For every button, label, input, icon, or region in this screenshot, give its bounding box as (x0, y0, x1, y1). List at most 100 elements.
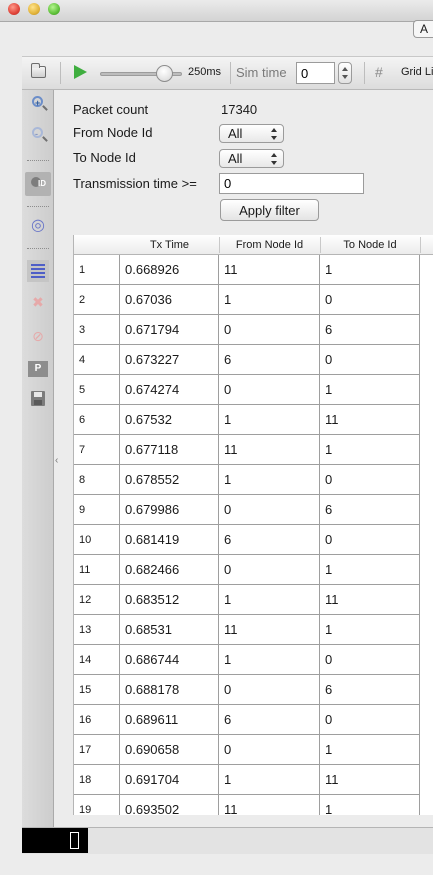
tx-time-cell: 0.679986 (120, 495, 219, 525)
tx-time-cell: 0.682466 (120, 555, 219, 585)
play-icon[interactable] (74, 65, 87, 79)
table-row[interactable]: 13 0.68531 11 1 (74, 615, 420, 645)
from-node-select[interactable]: All (219, 124, 284, 143)
to-node-cell: 0 (320, 465, 420, 495)
to-node-select[interactable]: All (219, 149, 284, 168)
tx-time-cell: 0.690658 (120, 735, 219, 765)
table-row[interactable]: 18 0.691704 1 11 (74, 765, 420, 795)
zoom-window-button[interactable] (48, 3, 60, 15)
apply-filter-button[interactable]: Apply filter (220, 199, 319, 221)
table-row[interactable]: 5 0.674274 0 1 (74, 375, 420, 405)
table-row[interactable]: 12 0.683512 1 11 (74, 585, 420, 615)
to-node-cell: 1 (320, 615, 420, 645)
tx-time-cell: 0.67532 (120, 405, 219, 435)
packet-table: Tx Time From Node Id To Node Id 1 0.66892… (73, 235, 433, 815)
tx-time-cell: 0.683512 (120, 585, 219, 615)
spiral-icon[interactable]: ◎ (30, 218, 46, 234)
to-node-cell: 11 (320, 765, 420, 795)
table-row[interactable]: 9 0.679986 0 6 (74, 495, 420, 525)
to-node-cell: 11 (320, 405, 420, 435)
tx-time-input[interactable] (219, 173, 364, 194)
tx-time-label: Transmission time >= (73, 176, 197, 191)
table-row[interactable]: 10 0.681419 6 0 (74, 525, 420, 555)
to-node-label: To Node Id (73, 150, 136, 165)
splitter-handle[interactable]: ‹ (55, 455, 58, 466)
tx-time-cell: 0.677118 (120, 435, 219, 465)
table-row[interactable]: 1 0.668926 11 1 (74, 255, 420, 285)
tx-time-cell: 0.691704 (120, 765, 219, 795)
close-window-button[interactable] (8, 3, 20, 15)
partial-button[interactable]: A (413, 20, 433, 38)
tx-time-cell: 0.671794 (120, 315, 219, 345)
to-node-cell: 1 (320, 435, 420, 465)
from-node-cell: 1 (219, 465, 320, 495)
from-node-cell: 1 (219, 765, 320, 795)
table-row[interactable]: 3 0.671794 0 6 (74, 315, 420, 345)
table-row[interactable]: 6 0.67532 1 11 (74, 405, 420, 435)
to-node-cell: 0 (320, 525, 420, 555)
minimize-window-button[interactable] (28, 3, 40, 15)
row-index-cell: 19 (74, 795, 120, 815)
toolbar-separator (27, 248, 49, 249)
row-index-cell: 11 (74, 555, 120, 585)
toolbar-separator (27, 160, 49, 161)
from-node-cell: 0 (219, 495, 320, 525)
from-node-cell: 6 (219, 345, 320, 375)
column-header-from-node[interactable]: From Node Id (219, 239, 320, 251)
from-node-label: From Node Id (73, 125, 153, 140)
row-index-cell: 7 (74, 435, 120, 465)
tx-time-cell: 0.681419 (120, 525, 219, 555)
console-output[interactable] (22, 828, 88, 853)
from-node-cell: 0 (219, 315, 320, 345)
speed-slider-thumb[interactable] (156, 65, 173, 82)
table-row[interactable]: 2 0.67036 1 0 (74, 285, 420, 315)
from-node-cell: 11 (219, 255, 320, 285)
grid-icon[interactable]: # (375, 64, 383, 80)
tx-time-cell: 0.688178 (120, 675, 219, 705)
row-index-cell: 9 (74, 495, 120, 525)
row-index-cell: 12 (74, 585, 120, 615)
save-icon[interactable] (31, 391, 45, 406)
table-row[interactable]: 19 0.693502 11 1 (74, 795, 420, 815)
text-cursor (70, 832, 79, 849)
zoom-in-icon[interactable]: + (32, 96, 43, 108)
row-index-cell: 5 (74, 375, 120, 405)
table-row[interactable]: 15 0.688178 0 6 (74, 675, 420, 705)
table-header: Tx Time From Node Id To Node Id (74, 235, 433, 255)
table-row[interactable]: 4 0.673227 6 0 (74, 345, 420, 375)
grid-lines-label[interactable]: Grid Li (401, 66, 433, 78)
table-row[interactable]: 7 0.677118 11 1 (74, 435, 420, 465)
from-node-cell: 0 (219, 675, 320, 705)
sim-time-input[interactable] (296, 62, 335, 84)
column-header-tx-time[interactable]: Tx Time (120, 239, 219, 251)
to-node-cell: 6 (320, 315, 420, 345)
zoom-out-icon[interactable]: - (32, 127, 43, 139)
to-node-cell: 0 (320, 345, 420, 375)
table-row[interactable]: 8 0.678552 1 0 (74, 465, 420, 495)
table-row[interactable]: 14 0.686744 1 0 (74, 645, 420, 675)
row-index-cell: 16 (74, 705, 120, 735)
no-network-icon[interactable]: ✖ (30, 294, 46, 310)
tx-time-cell: 0.67036 (120, 285, 219, 315)
table-row[interactable]: 16 0.689611 6 0 (74, 705, 420, 735)
no-entry-icon[interactable]: ⊘ (30, 328, 46, 344)
from-node-cell: 1 (219, 285, 320, 315)
packet-list-icon[interactable] (27, 260, 49, 282)
tx-time-cell: 0.673227 (120, 345, 219, 375)
folder-icon[interactable] (31, 63, 46, 78)
table-row[interactable]: 11 0.682466 0 1 (74, 555, 420, 585)
p-icon[interactable]: P (28, 361, 48, 377)
column-header-to-node[interactable]: To Node Id (320, 239, 420, 251)
toolbar-separator (27, 206, 49, 207)
column-divider[interactable] (420, 237, 421, 253)
left-toolbar: + - ID ◎ ✖ ⊘ P (22, 90, 54, 827)
sim-time-stepper[interactable] (338, 62, 352, 84)
table-row[interactable]: 17 0.690658 0 1 (74, 735, 420, 765)
title-bar (0, 0, 433, 22)
node-id-icon: ID (31, 177, 47, 191)
from-node-cell: 6 (219, 525, 320, 555)
from-node-cell: 1 (219, 585, 320, 615)
to-node-cell: 6 (320, 495, 420, 525)
to-node-selected-value: All (228, 151, 243, 166)
from-node-cell: 11 (219, 795, 320, 815)
